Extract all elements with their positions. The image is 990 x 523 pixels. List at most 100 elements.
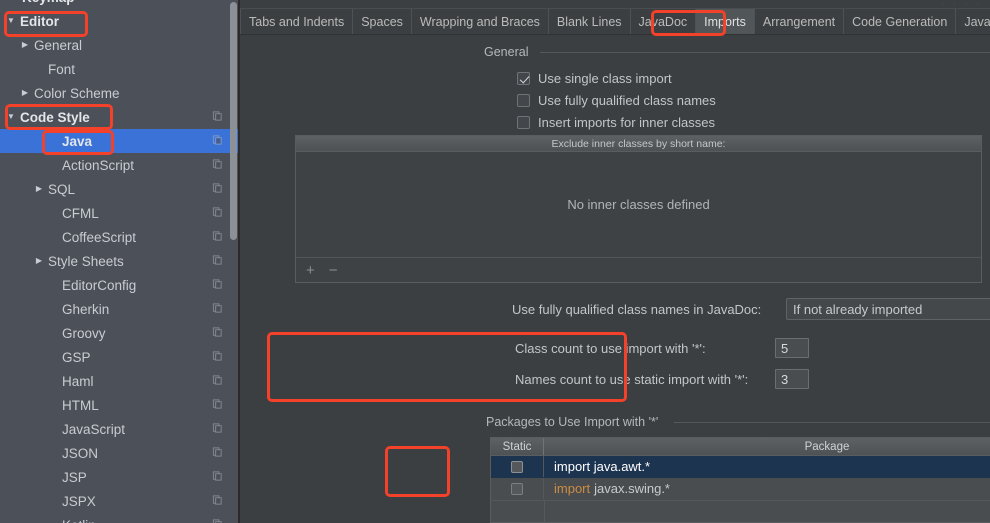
settings-tree[interactable]: Keymap▼Editor▶GeneralFont▶Color Scheme▼C…	[0, 0, 240, 523]
column-header-static[interactable]: Static	[491, 438, 544, 455]
sidebar-item-label: Style Sheets	[48, 253, 124, 269]
copy-scheme-icon[interactable]	[212, 110, 223, 125]
cell-static[interactable]	[491, 456, 544, 477]
tab-arrangement[interactable]: Arrangement	[754, 9, 845, 34]
tab-code-generation[interactable]: Code Generation	[844, 9, 957, 34]
sidebar-item-groovy[interactable]: Groovy	[0, 321, 240, 345]
sidebar-item-actionscript[interactable]: ActionScript	[0, 153, 240, 177]
table-row[interactable]: import java.awt.*	[491, 456, 990, 478]
sidebar-item-cfml[interactable]: CFML	[0, 201, 240, 225]
sidebar-item-html[interactable]: HTML	[0, 393, 240, 417]
column-header-package[interactable]: Package	[544, 438, 990, 455]
sidebar-item-editor[interactable]: ▼ Editor	[0, 9, 240, 33]
copy-scheme-icon[interactable]	[212, 494, 223, 509]
sidebar-item-haml[interactable]: Haml	[0, 369, 240, 393]
exclude-inner-classes-panel[interactable]: Exclude inner classes by short name: No …	[295, 135, 982, 283]
packages-table-body[interactable]: import java.awt.* import javax.swing.*	[491, 456, 990, 523]
copy-scheme-icon[interactable]	[212, 158, 223, 173]
sidebar-item-label: EditorConfig	[62, 277, 137, 293]
sidebar-item-label: JSP	[62, 469, 87, 485]
general-section-title: General	[484, 45, 535, 59]
copy-scheme-icon[interactable]	[212, 374, 223, 389]
sidebar-item-json[interactable]: JSON	[0, 441, 240, 465]
chevron-down-icon[interactable]: ▼	[4, 113, 18, 121]
copy-scheme-icon[interactable]	[212, 254, 223, 269]
sidebar-item-jsp[interactable]: JSP	[0, 465, 240, 489]
sidebar-item-editorconfig[interactable]: EditorConfig	[0, 273, 240, 297]
copy-scheme-icon[interactable]	[212, 302, 223, 317]
sidebar-item-label: HTML	[62, 397, 99, 413]
checkbox-box[interactable]	[517, 116, 530, 129]
sidebar-item-jspx[interactable]: JSPX	[0, 489, 240, 513]
copy-scheme-icon[interactable]	[212, 470, 223, 485]
checkbox-label: Use single class import	[538, 71, 672, 86]
tab-wrapping-and-braces[interactable]: Wrapping and Braces	[411, 9, 549, 34]
tab-blank-lines[interactable]: Blank Lines	[548, 9, 631, 34]
copy-scheme-icon[interactable]	[212, 446, 223, 461]
exclude-inner-classes-header: Exclude inner classes by short name:	[296, 136, 981, 152]
checkbox-box[interactable]	[517, 72, 530, 85]
chevron-right-icon[interactable]: ▶	[18, 89, 32, 97]
exclude-inner-classes-toolbar[interactable]: + −	[296, 257, 981, 283]
copy-scheme-icon[interactable]	[212, 518, 223, 523]
chevron-down-icon[interactable]: ▼	[4, 17, 18, 25]
sidebar-item-label: General	[34, 37, 83, 53]
static-checkbox[interactable]	[511, 482, 523, 495]
tab-imports[interactable]: Imports	[696, 9, 755, 34]
tab-java-ee-names[interactable]: Java EE Names	[956, 9, 990, 34]
sidebar-item-kotlin[interactable]: Kotlin	[0, 513, 240, 523]
copy-scheme-icon[interactable]	[212, 398, 223, 413]
sidebar-item-keymap[interactable]: Keymap	[0, 0, 240, 9]
cell-static[interactable]	[491, 478, 544, 499]
sidebar-item-javascript[interactable]: JavaScript	[0, 417, 240, 441]
sidebar-item-general[interactable]: ▶ General	[0, 33, 240, 57]
copy-scheme-icon[interactable]	[212, 350, 223, 365]
copy-scheme-icon[interactable]	[212, 230, 223, 245]
checkbox-box[interactable]	[517, 94, 530, 107]
code-style-tabbar[interactable]: Tabs and Indents Spaces Wrapping and Brace…	[240, 9, 990, 35]
copy-scheme-icon[interactable]	[212, 182, 223, 197]
sidebar-item-gherkin[interactable]: Gherkin	[0, 297, 240, 321]
tab-javadoc[interactable]: JavaDoc	[630, 9, 697, 34]
sidebar-item-coffeescript[interactable]: CoffeeScript	[0, 225, 240, 249]
add-icon[interactable]: +	[306, 262, 315, 279]
sidebar-item-color-scheme[interactable]: ▶ Color Scheme	[0, 81, 240, 105]
settings-tree-sidebar[interactable]: Keymap▼Editor▶GeneralFont▶Color Scheme▼C…	[0, 0, 240, 523]
sidebar-item-label: SQL	[48, 181, 76, 197]
copy-scheme-icon[interactable]	[212, 422, 223, 437]
class-count-input[interactable]: 5	[775, 338, 809, 358]
chevron-right-icon[interactable]: ▶	[32, 185, 46, 193]
sidebar-item-label: CFML	[62, 205, 99, 221]
tab-tabs-and-indents[interactable]: Tabs and Indents	[240, 9, 354, 34]
sidebar-item-code-style[interactable]: ▼ Code Style	[0, 105, 240, 129]
copy-scheme-icon[interactable]	[212, 206, 223, 221]
sidebar-item-font[interactable]: Font	[0, 57, 240, 81]
copy-scheme-icon[interactable]	[212, 326, 223, 341]
cell-package[interactable]: import javax.swing.*	[544, 478, 990, 499]
chevron-right-icon[interactable]: ▶	[32, 257, 46, 265]
remove-icon[interactable]: −	[329, 262, 338, 279]
copy-scheme-icon[interactable]	[212, 134, 223, 149]
class-count-row[interactable]: Class count to use import with '*': 5	[515, 338, 809, 358]
table-empty-area[interactable]	[491, 500, 990, 523]
javadoc-fqn-dropdown[interactable]: If not already imported ▼	[786, 298, 990, 320]
names-count-row[interactable]: Names count to use static import with '*…	[515, 369, 809, 389]
sidebar-item-label: Java	[62, 133, 93, 149]
copy-scheme-icon[interactable]	[212, 278, 223, 293]
sidebar-item-sql[interactable]: ▶ SQL	[0, 177, 240, 201]
names-count-input[interactable]: 3	[775, 369, 809, 389]
static-checkbox[interactable]	[511, 460, 523, 473]
sidebar-item-java[interactable]: Java	[0, 129, 240, 153]
checkbox-use-single-class-import[interactable]: Use single class import	[517, 71, 672, 86]
package-keyword: import	[554, 481, 591, 496]
tab-spaces[interactable]: Spaces	[353, 9, 412, 34]
table-row[interactable]: import javax.swing.*	[491, 478, 990, 500]
packages-table[interactable]: Static Package With Subpackages import j…	[490, 437, 990, 523]
checkbox-insert-imports-for-inner-classes[interactable]: Insert imports for inner classes	[517, 115, 715, 130]
checkbox-use-fully-qualified-class-names[interactable]: Use fully qualified class names	[517, 93, 716, 108]
chevron-right-icon[interactable]: ▶	[18, 41, 32, 49]
sidebar-scrollbar[interactable]	[230, 2, 237, 240]
sidebar-item-gsp[interactable]: GSP	[0, 345, 240, 369]
sidebar-item-style-sheets[interactable]: ▶ Style Sheets	[0, 249, 240, 273]
cell-package[interactable]: import java.awt.*	[544, 456, 990, 477]
